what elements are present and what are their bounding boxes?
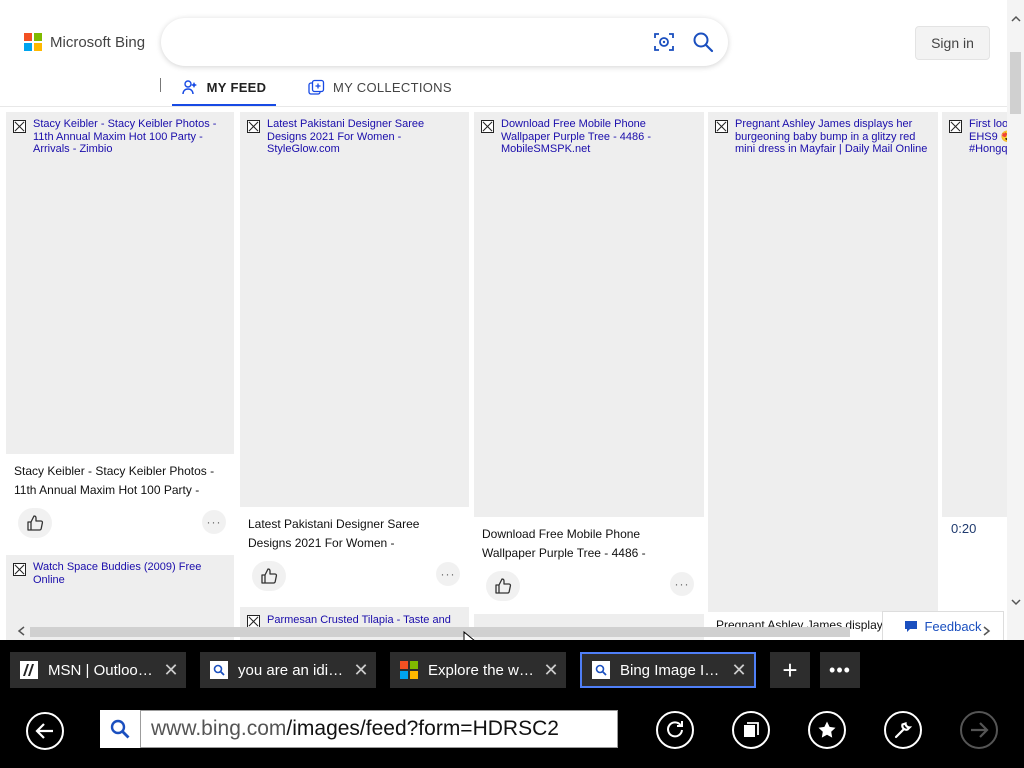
scroll-up-icon[interactable] bbox=[1010, 14, 1022, 24]
close-tab-icon[interactable]: ✕ bbox=[156, 660, 186, 681]
close-tab-icon[interactable]: ✕ bbox=[724, 660, 754, 681]
broken-image-icon bbox=[13, 563, 26, 576]
scroll-down-icon[interactable] bbox=[1010, 597, 1022, 607]
tools-button[interactable] bbox=[884, 711, 922, 749]
back-arrow-icon bbox=[35, 723, 53, 739]
address-search-icon[interactable] bbox=[100, 710, 140, 748]
sign-in-button[interactable]: Sign in bbox=[915, 26, 990, 60]
card-caption: Download Free Mobile Phone Wallpaper Pur… bbox=[482, 527, 646, 560]
tab-my-feed-label: MY FEED bbox=[206, 79, 267, 95]
tabs-button[interactable] bbox=[732, 711, 770, 749]
browser-navigation-bar: www.bing.com/images/feed?form=HDRSC2 bbox=[0, 702, 1024, 768]
broken-image-icon bbox=[247, 120, 260, 133]
refresh-icon bbox=[667, 721, 683, 738]
msn-icon bbox=[20, 661, 38, 679]
feed-tabs: MY FEED MY COLLECTIONS bbox=[160, 70, 1007, 107]
refresh-button[interactable] bbox=[656, 711, 694, 749]
thumbs-up-icon bbox=[495, 578, 512, 594]
tabs-icon bbox=[744, 722, 759, 737]
bing-logo[interactable]: Microsoft Bing bbox=[24, 33, 145, 51]
microsoft-logo-icon bbox=[24, 33, 42, 51]
logo-text: Microsoft Bing bbox=[50, 33, 146, 51]
collections-icon bbox=[308, 79, 325, 95]
search-box bbox=[161, 18, 728, 66]
tab-my-collections-label: MY COLLECTIONS bbox=[333, 79, 452, 95]
search-input[interactable] bbox=[183, 30, 647, 56]
bing-search-icon bbox=[210, 661, 228, 679]
image-card[interactable]: Download Free Mobile Phone Wallpaper Pur… bbox=[474, 112, 704, 517]
back-button[interactable] bbox=[26, 712, 64, 750]
browser-tab-active[interactable]: Bing Image Inspiration ✕ bbox=[580, 652, 756, 688]
close-tab-icon[interactable]: ✕ bbox=[346, 660, 376, 681]
microsoft-icon bbox=[400, 661, 418, 679]
broken-image-icon bbox=[481, 120, 494, 133]
forward-arrow-icon bbox=[971, 722, 989, 738]
browser-tab-title: you are an idiot - Bing bbox=[238, 661, 346, 679]
vertical-scroll-thumb[interactable] bbox=[1010, 52, 1021, 114]
star-icon bbox=[818, 721, 836, 738]
more-icon: ••• bbox=[829, 659, 851, 680]
image-alt-text: Watch Space Buddies (2009) Free Online bbox=[33, 561, 202, 586]
more-options-button[interactable]: ··· bbox=[202, 510, 226, 534]
image-alt-text: Stacy Keibler - Stacy Keibler Photos - 1… bbox=[33, 118, 217, 155]
new-tab-button[interactable]: + bbox=[770, 652, 810, 688]
address-host: www.bing.com bbox=[151, 717, 287, 740]
browser-tab-title: Bing Image Inspiration bbox=[620, 661, 724, 679]
image-card[interactable]: Stacy Keibler - Stacy Keibler Photos - 1… bbox=[6, 112, 234, 454]
card-caption: Stacy Keibler - Stacy Keibler Photos - 1… bbox=[14, 464, 215, 497]
browser-tab-title: Explore the world bbox=[428, 661, 536, 679]
image-card[interactable]: Pregnant Ashley James displays her burge… bbox=[708, 112, 938, 612]
more-options-button[interactable]: ··· bbox=[670, 572, 694, 596]
tab-my-feed[interactable]: MY FEED bbox=[172, 70, 276, 107]
browser-tab-title: MSN | Outlook, Office, Skype, Bing, Brea… bbox=[48, 661, 156, 679]
thumbs-up-icon bbox=[27, 515, 44, 531]
visual-search-icon[interactable] bbox=[653, 31, 675, 53]
image-alt-text: Latest Pakistani Designer Saree Designs … bbox=[267, 118, 425, 155]
card-caption-area: Download Free Mobile Phone Wallpaper Pur… bbox=[474, 519, 704, 609]
my-feed-icon bbox=[181, 79, 197, 94]
plus-icon: + bbox=[782, 654, 798, 685]
browser-tab[interactable]: Explore the world ✕ bbox=[390, 652, 566, 688]
favorites-button[interactable] bbox=[808, 711, 846, 749]
image-alt-text: Download Free Mobile Phone Wallpaper Pur… bbox=[501, 118, 651, 155]
like-button[interactable] bbox=[18, 508, 52, 538]
browser-tab[interactable]: MSN | Outlook, Office, Skype, Bing, Brea… bbox=[10, 652, 186, 688]
like-button[interactable] bbox=[486, 571, 520, 601]
image-alt-text: Pregnant Ashley James displays her burge… bbox=[735, 118, 928, 155]
horizontal-scrollbar[interactable] bbox=[0, 623, 1007, 640]
broken-image-icon bbox=[715, 120, 728, 133]
like-button[interactable] bbox=[252, 561, 286, 591]
wrench-icon bbox=[894, 721, 913, 739]
card-caption-area: Stacy Keibler - Stacy Keibler Photos - 1… bbox=[6, 456, 234, 546]
broken-image-icon bbox=[13, 120, 26, 133]
more-options-button[interactable]: ··· bbox=[436, 562, 460, 586]
tab-my-collections[interactable]: MY COLLECTIONS bbox=[308, 70, 452, 104]
tab-divider bbox=[160, 78, 161, 92]
tab-underline-divider bbox=[0, 106, 1007, 107]
card-caption: Latest Pakistani Designer Saree Designs … bbox=[248, 517, 420, 550]
horizontal-scroll-thumb[interactable] bbox=[30, 627, 850, 637]
image-alt-text: First look at EHS9 😍🔥 #Hongqi#ca bbox=[969, 118, 1007, 155]
vertical-scrollbar[interactable] bbox=[1007, 0, 1024, 640]
bing-search-icon bbox=[592, 661, 610, 679]
thumbs-up-icon bbox=[261, 568, 278, 584]
scroll-left-icon[interactable] bbox=[16, 625, 28, 637]
search-icon[interactable] bbox=[691, 30, 715, 54]
browser-tab[interactable]: you are an idiot - Bing ✕ bbox=[200, 652, 376, 688]
bing-page: Microsoft Bing Sign in MY FEED MY COLLEC… bbox=[0, 0, 1007, 640]
address-bar[interactable]: www.bing.com/images/feed?form=HDRSC2 bbox=[140, 710, 618, 748]
image-card[interactable]: Latest Pakistani Designer Saree Designs … bbox=[240, 112, 469, 507]
video-duration: 0:20 bbox=[951, 521, 977, 536]
scroll-right-icon[interactable] bbox=[980, 625, 992, 637]
browser-tab-strip: MSN | Outlook, Office, Skype, Bing, Brea… bbox=[0, 640, 1024, 702]
card-caption-area: Latest Pakistani Designer Saree Designs … bbox=[240, 509, 469, 599]
forward-button[interactable] bbox=[960, 711, 998, 749]
address-path: /images/feed?form=HDRSC2 bbox=[286, 717, 559, 740]
tab-tools-button[interactable]: ••• bbox=[820, 652, 860, 688]
video-card[interactable]: First look at EHS9 😍🔥 #Hongqi#ca bbox=[942, 112, 1007, 517]
broken-image-icon bbox=[949, 120, 962, 133]
close-tab-icon[interactable]: ✕ bbox=[536, 660, 566, 681]
